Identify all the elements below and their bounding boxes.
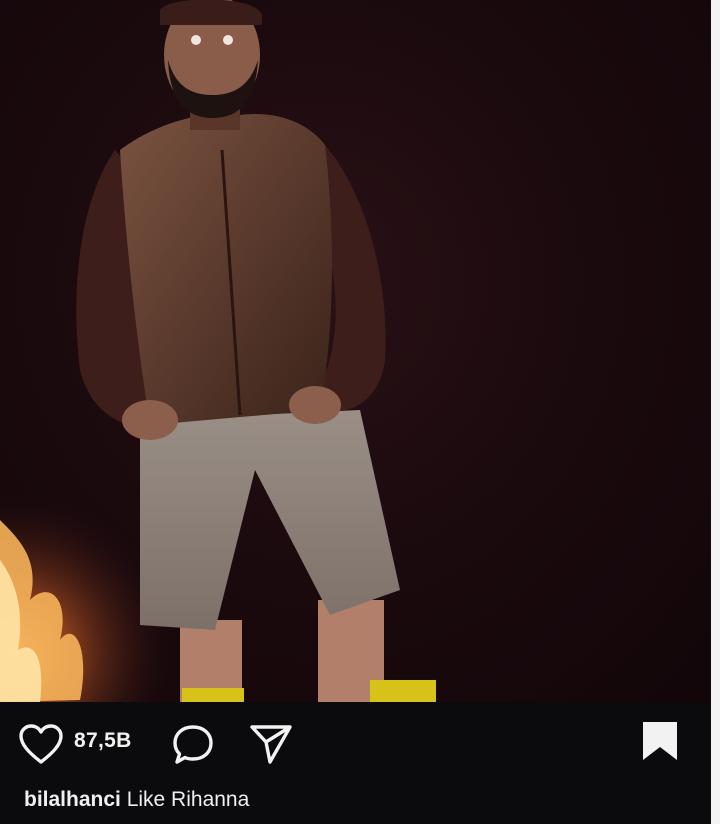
comment-bubble-icon[interactable] bbox=[170, 722, 216, 768]
post-action-bar: 87,5B bilalhanci Like Rihanna bbox=[0, 702, 711, 824]
heart-icon[interactable] bbox=[18, 724, 64, 766]
right-sock bbox=[370, 680, 436, 702]
photo-illustration bbox=[0, 0, 436, 702]
quilted-vest bbox=[120, 113, 332, 426]
post-frame: 87,5B bilalhanci Like Rihanna bbox=[0, 0, 711, 824]
post-photo[interactable] bbox=[0, 0, 711, 702]
left-sock bbox=[182, 688, 244, 702]
left-eye bbox=[191, 35, 201, 45]
right-hand bbox=[289, 386, 341, 424]
caption-username[interactable]: bilalhanci bbox=[24, 788, 121, 811]
right-eye bbox=[223, 35, 233, 45]
left-hand bbox=[122, 400, 178, 440]
send-arrow-icon[interactable] bbox=[248, 722, 294, 766]
caption-text: Like Rihanna bbox=[126, 788, 250, 811]
likes-count[interactable]: 87,5B bbox=[74, 729, 132, 753]
post-caption: bilalhanci Like Rihanna bbox=[24, 788, 249, 812]
cap bbox=[160, 0, 262, 25]
bookmark-icon[interactable] bbox=[640, 720, 680, 764]
page-edge bbox=[711, 0, 720, 824]
